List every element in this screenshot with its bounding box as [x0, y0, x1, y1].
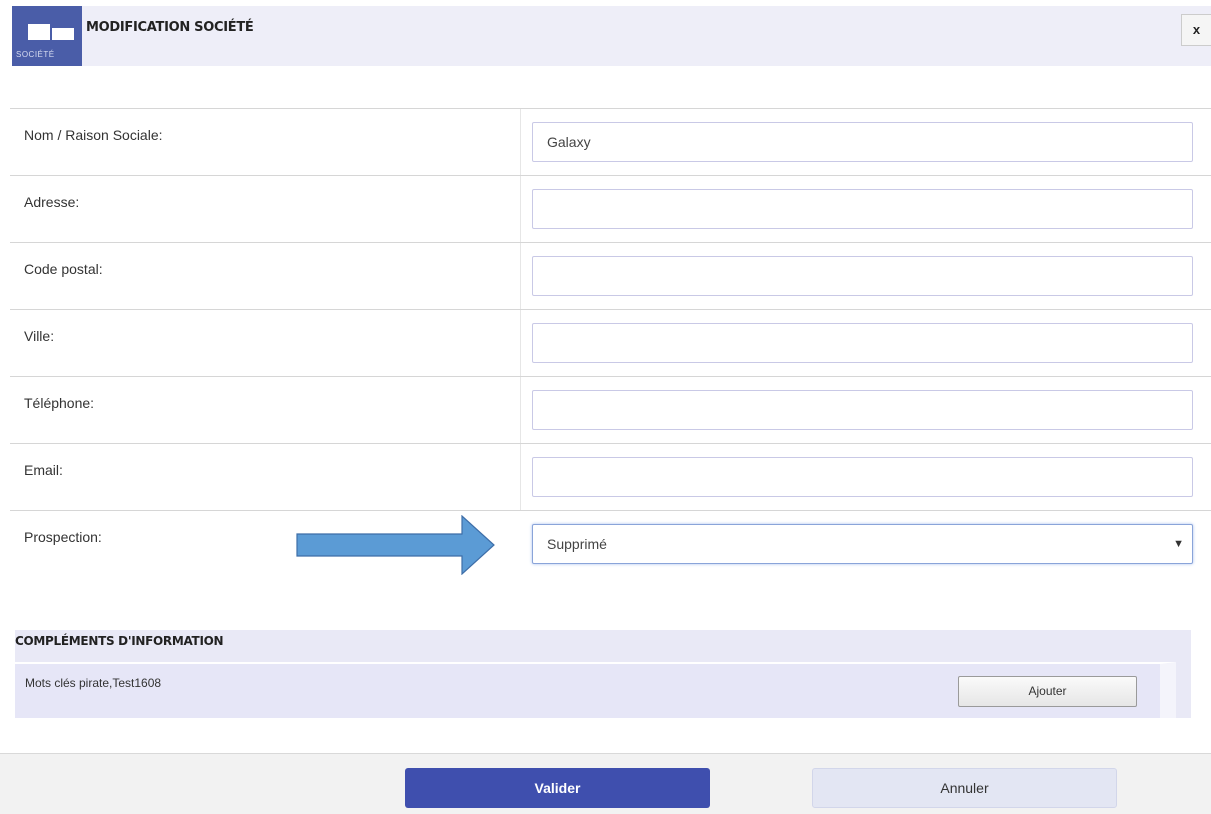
logo-label: SOCIÉTÉ — [16, 50, 55, 59]
address-label: Adresse: — [24, 194, 80, 210]
societe-logo: SOCIÉTÉ — [12, 6, 82, 66]
complements-section: COMPLÉMENTS D'INFORMATION Mots clés pira… — [15, 630, 1191, 718]
complements-box: Mots clés pirate,Test1608 Ajouter — [15, 662, 1176, 718]
prospection-selected-value: Supprimé — [547, 536, 607, 552]
address-input[interactable] — [532, 189, 1193, 229]
prospection-label: Prospection: — [24, 529, 102, 545]
postal-code-label: Code postal: — [24, 261, 103, 277]
name-input[interactable]: Galaxy — [532, 122, 1193, 162]
row-divider — [520, 109, 521, 175]
chevron-down-icon: ▼ — [1173, 538, 1184, 550]
email-label: Email: — [24, 462, 63, 478]
row-divider — [520, 176, 521, 242]
field-row-phone: Téléphone: — [10, 376, 1211, 443]
building-icon-part — [52, 28, 74, 40]
dialog-title: MODIFICATION SOCIÉTÉ — [86, 20, 254, 35]
city-input[interactable] — [532, 323, 1193, 363]
field-row-address: Adresse: — [10, 175, 1211, 242]
dialog-footer: Valider Annuler — [0, 753, 1211, 814]
email-input[interactable] — [532, 457, 1193, 497]
row-divider — [520, 444, 521, 510]
phone-input[interactable] — [532, 390, 1193, 430]
building-icon — [28, 24, 50, 44]
postal-code-input[interactable] — [532, 256, 1193, 296]
field-row-prospection: Prospection: Supprimé ▼ — [10, 510, 1211, 577]
complements-title: COMPLÉMENTS D'INFORMATION — [15, 634, 224, 648]
keywords-text: Mots clés pirate,Test1608 — [25, 676, 162, 690]
field-row-city: Ville: — [10, 309, 1211, 376]
row-divider — [520, 377, 521, 443]
close-button[interactable]: x — [1181, 14, 1211, 46]
row-divider — [520, 243, 521, 309]
name-label: Nom / Raison Sociale: — [24, 127, 163, 143]
field-row-postal-code: Code postal: — [10, 242, 1211, 309]
row-divider — [520, 310, 521, 376]
prospection-select[interactable]: Supprimé ▼ — [532, 524, 1193, 564]
company-form: Nom / Raison Sociale: Galaxy Adresse: Co… — [10, 108, 1211, 577]
cancel-button[interactable]: Annuler — [812, 768, 1117, 808]
city-label: Ville: — [24, 328, 55, 344]
annotation-arrow-icon — [296, 515, 495, 575]
add-button[interactable]: Ajouter — [958, 676, 1137, 707]
submit-button[interactable]: Valider — [405, 768, 710, 808]
field-row-name: Nom / Raison Sociale: Galaxy — [10, 108, 1211, 175]
dialog-header: SOCIÉTÉ MODIFICATION SOCIÉTÉ x — [12, 6, 1211, 66]
field-row-email: Email: — [10, 443, 1211, 510]
phone-label: Téléphone: — [24, 395, 95, 411]
